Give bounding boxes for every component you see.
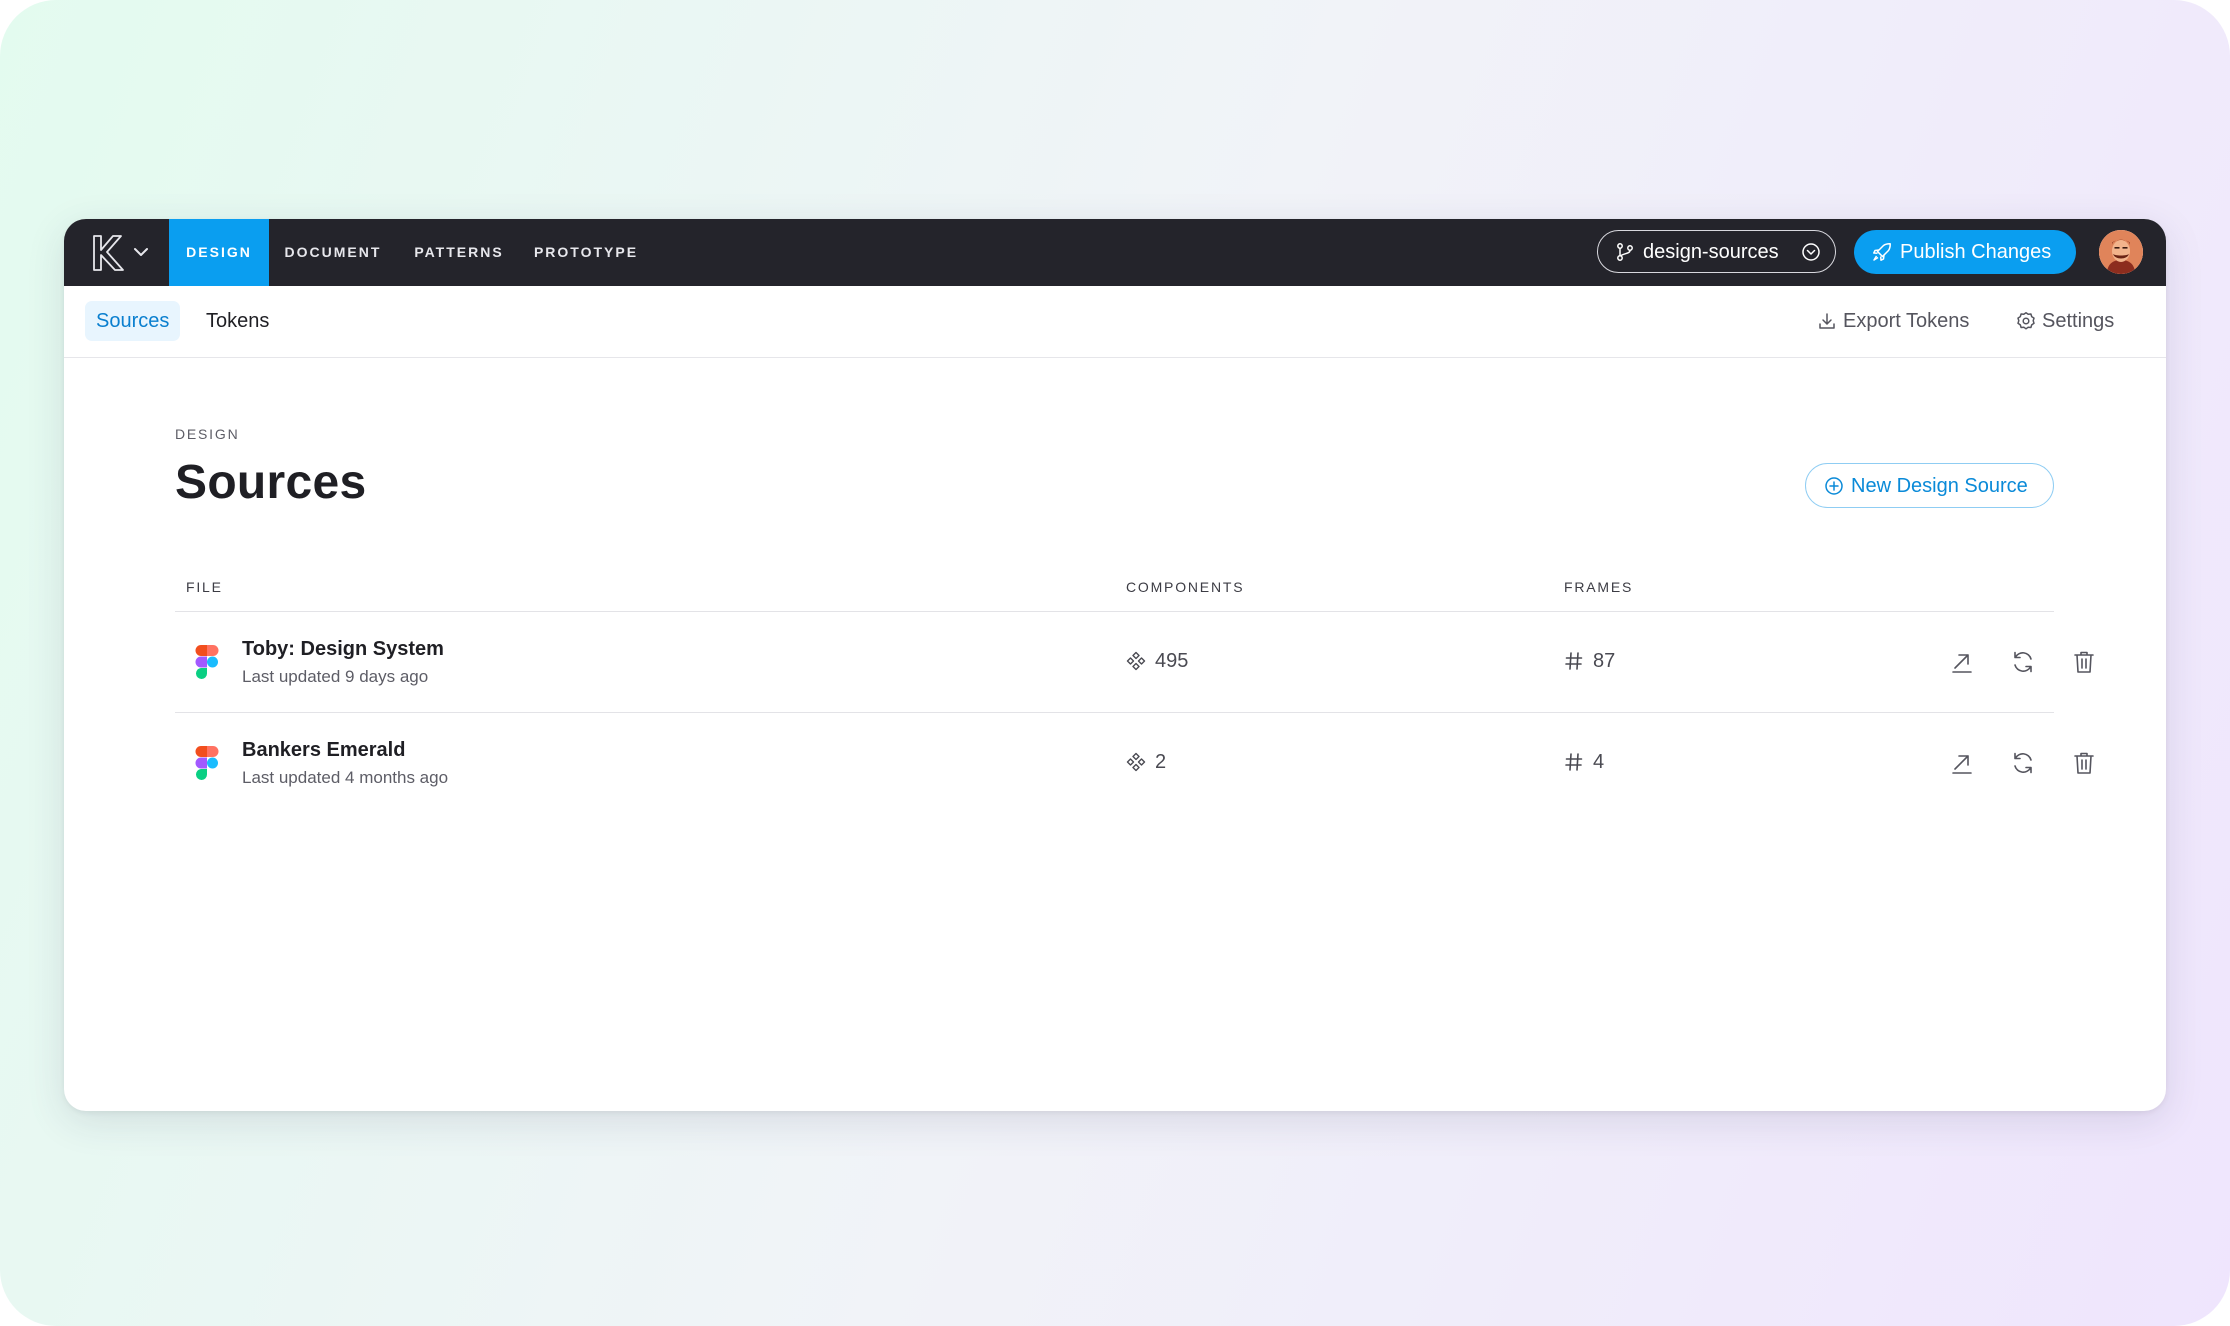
frames-count: 4 <box>1593 751 1605 773</box>
trash-icon[interactable] <box>2071 649 2097 675</box>
tab-document[interactable]: DOCUMENT <box>269 219 397 286</box>
gear-icon <box>2017 312 2035 330</box>
page-title: Sources <box>175 456 367 509</box>
component-icon <box>1126 651 1146 671</box>
top-nav-bar: DESIGN DOCUMENT PATTERNS PROTOTYPE desig… <box>64 219 2166 286</box>
open-external-icon[interactable] <box>1949 649 1975 675</box>
tab-design[interactable]: DESIGN <box>169 219 269 286</box>
column-header-frames: FRAMES <box>1564 579 1634 595</box>
frame-hash-icon <box>1565 652 1583 670</box>
column-header-components: COMPONENTS <box>1126 579 1245 595</box>
subtab-tokens[interactable]: Tokens <box>195 301 280 341</box>
column-header-file: FILE <box>186 579 223 595</box>
chevron-down-circle-icon <box>1802 243 1820 261</box>
app-window: DESIGN DOCUMENT PATTERNS PROTOTYPE desig… <box>64 219 2166 1111</box>
new-design-source-label: New Design Source <box>1851 475 2028 497</box>
sync-icon[interactable] <box>2010 750 2036 776</box>
branch-selector[interactable]: design-sources <box>1597 230 1836 273</box>
section-eyebrow: DESIGN <box>175 426 240 442</box>
page-background: DESIGN DOCUMENT PATTERNS PROTOTYPE desig… <box>0 0 2230 1326</box>
figma-icon <box>195 746 219 780</box>
publish-changes-button[interactable]: Publish Changes <box>1854 230 2076 274</box>
file-name[interactable]: Bankers Emerald <box>242 739 405 762</box>
sync-icon[interactable] <box>2010 649 2036 675</box>
plus-circle-icon <box>1825 477 1843 495</box>
download-icon <box>1819 313 1835 329</box>
branch-name: design-sources <box>1643 241 1779 263</box>
avatar[interactable] <box>2099 230 2143 274</box>
user-avatar-icon <box>2099 230 2143 274</box>
subtab-sources[interactable]: Sources <box>85 301 181 341</box>
figma-icon <box>195 645 219 679</box>
tab-prototype[interactable]: PROTOTYPE <box>521 219 651 286</box>
file-updated: Last updated 9 days ago <box>242 667 429 686</box>
frame-hash-icon <box>1565 753 1583 771</box>
frames-count: 87 <box>1593 650 1616 672</box>
sub-nav-bar: Sources Tokens Export Tokens Settings <box>64 286 2166 358</box>
components-count: 495 <box>1155 650 1189 672</box>
git-branch-icon <box>1617 243 1633 261</box>
settings-button[interactable]: Settings <box>2016 301 2136 341</box>
chevron-down-icon[interactable] <box>131 242 151 262</box>
export-tokens-button[interactable]: Export Tokens <box>1817 301 1977 341</box>
k-logo-icon[interactable] <box>90 233 126 273</box>
settings-label: Settings <box>2042 310 2115 332</box>
publish-label: Publish Changes <box>1900 241 2052 263</box>
trash-icon[interactable] <box>2071 750 2097 776</box>
open-external-icon[interactable] <box>1949 750 1975 776</box>
file-name[interactable]: Toby: Design System <box>242 638 444 661</box>
new-design-source-button[interactable]: New Design Source <box>1805 463 2054 508</box>
table-row[interactable]: Toby: Design System Last updated 9 days … <box>175 612 2094 712</box>
export-tokens-label: Export Tokens <box>1843 310 1970 332</box>
rocket-icon <box>1873 243 1891 261</box>
file-updated: Last updated 4 months ago <box>242 768 449 787</box>
table-row[interactable]: Bankers Emerald Last updated 4 months ag… <box>175 713 2094 813</box>
components-count: 2 <box>1155 751 1167 773</box>
tab-patterns[interactable]: PATTERNS <box>399 219 519 286</box>
component-icon <box>1126 752 1146 772</box>
